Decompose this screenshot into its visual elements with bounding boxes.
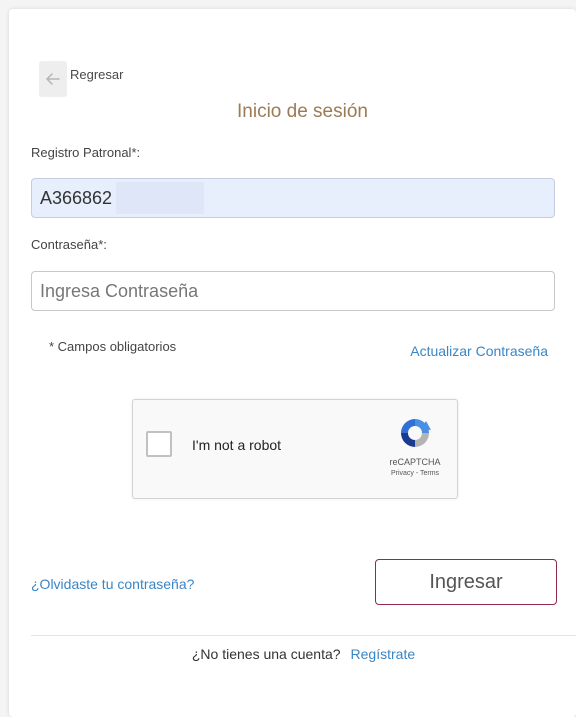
registro-patronal-input[interactable]: A366862 <box>31 178 555 218</box>
recaptcha-widget: I'm not a robot reCAPTCHA Privacy - Term… <box>132 399 458 499</box>
registro-patronal-label: Registro Patronal*: <box>31 145 141 160</box>
password-label: Contraseña*: <box>31 237 107 252</box>
recaptcha-logo-icon <box>401 419 431 447</box>
recaptcha-checkbox[interactable] <box>146 431 172 457</box>
forgot-password-link[interactable]: ¿Olvidaste tu contraseña? <box>31 576 194 592</box>
required-fields-note: * Campos obligatorios <box>49 339 177 354</box>
divider <box>31 635 576 636</box>
back-button[interactable]: Regresar <box>39 61 123 97</box>
login-card: Regresar Inicio de sesión Registro Patro… <box>9 9 576 717</box>
register-link[interactable]: Regístrate <box>351 646 416 662</box>
arrow-left-icon[interactable] <box>39 61 67 97</box>
redacted-area <box>116 182 205 214</box>
recaptcha-brand: reCAPTCHA <box>389 457 441 467</box>
password-placeholder: Ingresa Contraseña <box>40 280 199 301</box>
update-password-link[interactable]: Actualizar Contraseña <box>410 343 548 359</box>
register-prompt: ¿No tienes una cuenta? Regístrate <box>9 646 576 662</box>
recaptcha-logo: reCAPTCHA Privacy - Terms <box>385 416 445 477</box>
back-label[interactable]: Regresar <box>70 67 123 82</box>
login-button[interactable]: Ingresar <box>375 559 557 605</box>
page-title: Inicio de sesión <box>237 101 368 122</box>
registro-patronal-value: A366862 <box>40 187 113 208</box>
no-account-text: ¿No tienes una cuenta? <box>191 646 341 662</box>
password-input[interactable]: Ingresa Contraseña <box>31 271 555 311</box>
recaptcha-label: I'm not a robot <box>192 437 282 453</box>
recaptcha-terms-link[interactable]: Privacy - Terms <box>385 470 445 477</box>
